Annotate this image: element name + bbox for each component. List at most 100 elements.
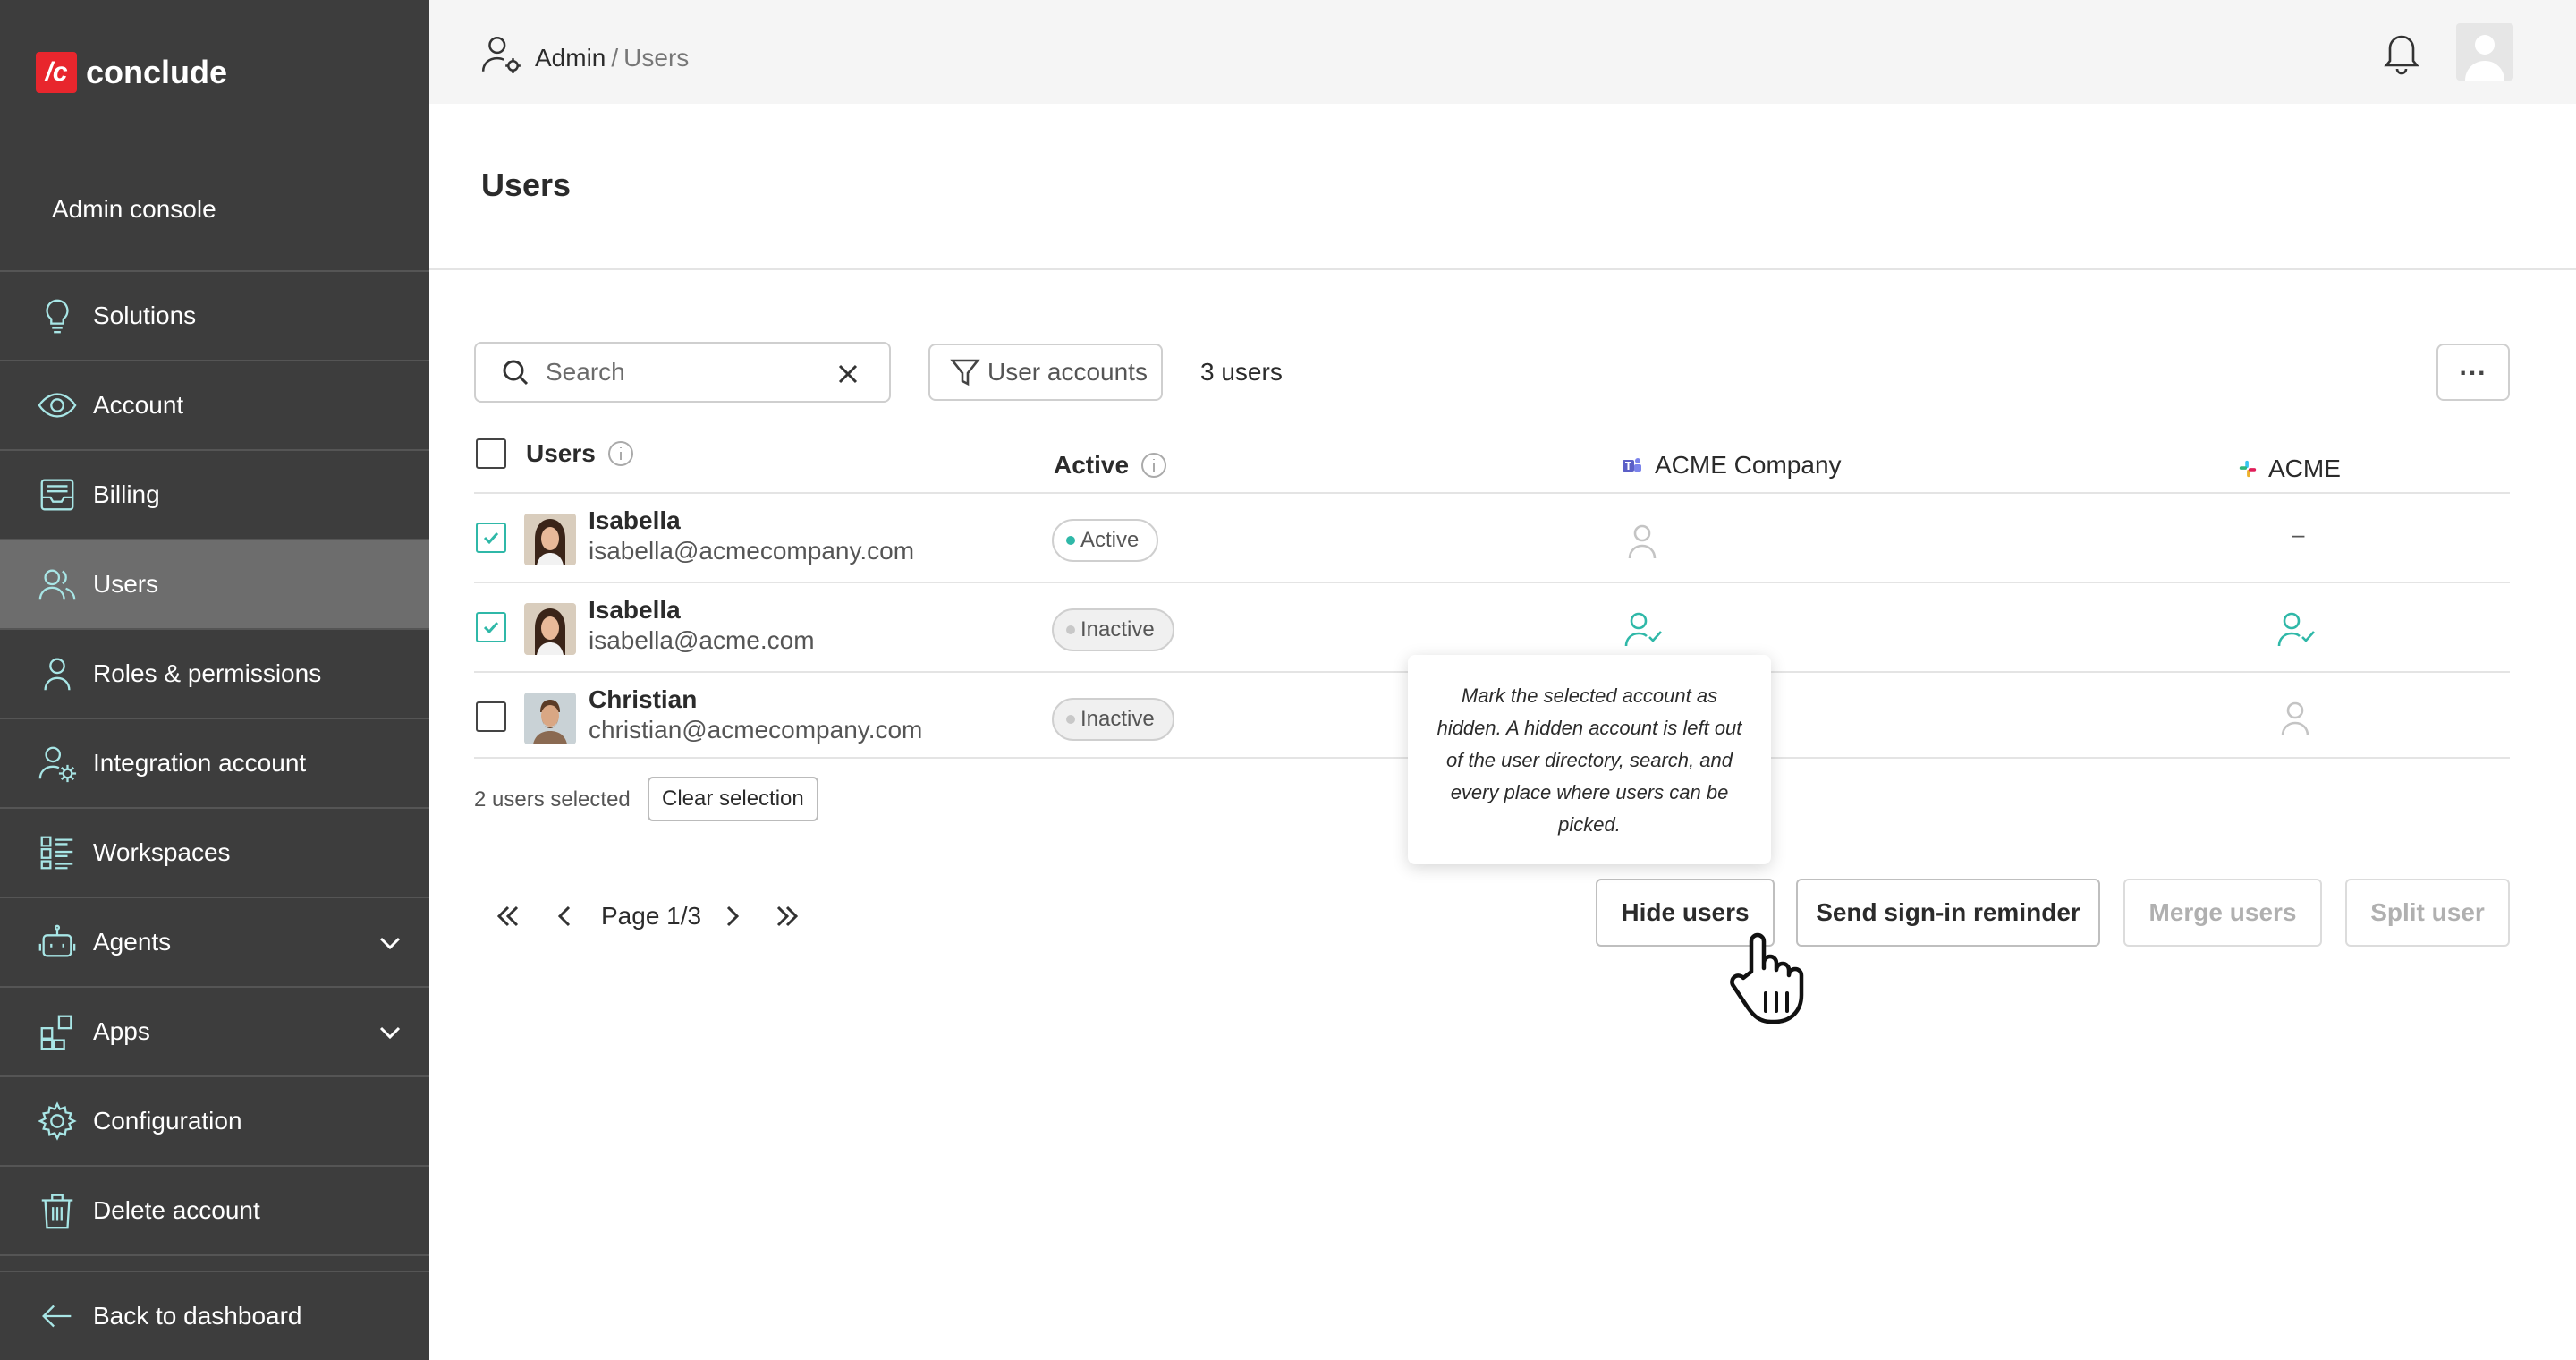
chevron-down-icon[interactable] <box>376 929 404 957</box>
page-indicator: Page 1/3 <box>601 902 702 930</box>
table-row[interactable]: Isabella isabella@acmecompany.com Active… <box>474 494 2510 583</box>
bell-icon[interactable] <box>2379 29 2424 75</box>
user-gear-icon <box>36 742 79 785</box>
chevron-down-icon[interactable] <box>376 1018 404 1047</box>
breadcrumb-users: Users <box>623 43 690 72</box>
sidebar-item-solutions[interactable]: Solutions <box>0 272 429 361</box>
filter-label: User accounts <box>987 358 1148 386</box>
avatar <box>524 603 576 655</box>
status-text: Inactive <box>1080 617 1155 642</box>
prev-page-icon[interactable] <box>547 898 583 934</box>
avatar <box>524 693 576 744</box>
avatar <box>524 514 576 565</box>
hide-users-tooltip: Mark the selected account as hidden. A h… <box>1408 655 1771 864</box>
teams-icon <box>1623 458 1641 472</box>
acme-company-column-header: ACME Company <box>1621 451 1842 480</box>
user-accounts-filter-button[interactable]: User accounts <box>928 344 1163 401</box>
sidebar-item-users[interactable]: Users <box>0 540 429 630</box>
sidebar-item-agents[interactable]: Agents <box>0 898 429 988</box>
status-text: Inactive <box>1080 707 1155 731</box>
person-icon <box>2274 696 2317 739</box>
search-box[interactable] <box>474 342 891 403</box>
person-icon <box>1621 519 1664 562</box>
slack-icon <box>2239 460 2257 478</box>
info-icon[interactable] <box>606 439 635 468</box>
sidebar-item-label: Solutions <box>93 302 197 329</box>
sidebar: /c conclude Admin console Solutions Acco… <box>0 0 429 1360</box>
sidebar-item-label: Delete account <box>93 1196 260 1224</box>
sidebar-item-label: Configuration <box>93 1107 242 1135</box>
gear-icon <box>36 1100 79 1143</box>
search-icon <box>503 360 529 386</box>
sidebar-item-label: Account <box>93 391 184 419</box>
breadcrumb-admin[interactable]: Admin <box>535 44 606 72</box>
breadcrumb: Admin / Users <box>479 32 689 83</box>
split-user-button[interactable]: Split user <box>2345 879 2510 947</box>
user-count: 3 users <box>1200 358 1283 386</box>
sidebar-item-label: Integration account <box>93 749 307 777</box>
row-checkbox[interactable] <box>476 701 506 732</box>
sidebar-nav: Solutions Account Billing Users Roles & … <box>0 270 429 1256</box>
sidebar-item-configuration[interactable]: Configuration <box>0 1077 429 1167</box>
logo-mark: /c <box>36 52 77 93</box>
search-input[interactable] <box>546 358 814 387</box>
acme-company-header-label: ACME Company <box>1655 451 1842 479</box>
clear-selection-button[interactable]: Clear selection <box>648 777 818 821</box>
status-badge: Active <box>1052 519 1159 562</box>
first-page-icon[interactable] <box>490 898 526 934</box>
trash-icon <box>36 1189 79 1232</box>
inbox-icon <box>36 473 79 516</box>
person-icon <box>36 652 79 695</box>
profile-avatar[interactable] <box>2456 23 2513 81</box>
empty-cell: – <box>2292 521 2305 548</box>
user-email: isabella@acme.com <box>589 626 815 654</box>
user-gear-icon <box>479 32 524 83</box>
status-dot <box>1066 625 1075 634</box>
list-icon <box>36 831 79 874</box>
more-options-button[interactable]: ... <box>2436 344 2510 401</box>
row-checkbox[interactable] <box>476 523 506 553</box>
filter-icon <box>950 359 980 387</box>
sidebar-item-integration[interactable]: Integration account <box>0 719 429 809</box>
acme-column-header: ACME <box>2238 455 2341 483</box>
breadcrumb-separator: / <box>611 43 619 72</box>
back-to-dashboard-link[interactable]: Back to dashboard <box>0 1271 429 1360</box>
logo[interactable]: /c conclude <box>36 52 227 93</box>
selection-count: 2 users selected <box>474 787 631 812</box>
send-sign-in-reminder-button[interactable]: Send sign-in reminder <box>1796 879 2100 947</box>
close-icon[interactable] <box>835 361 860 387</box>
status-badge: Inactive <box>1052 608 1174 651</box>
row-checkbox[interactable] <box>476 612 506 642</box>
robot-icon <box>36 921 79 964</box>
person-check-icon <box>1621 607 1664 650</box>
arrow-left-icon <box>36 1295 79 1338</box>
status-dot <box>1066 715 1075 724</box>
lightbulb-icon <box>36 294 79 337</box>
select-all-checkbox[interactable] <box>476 438 506 469</box>
sidebar-item-label: Billing <box>93 480 160 508</box>
next-page-icon[interactable] <box>714 898 750 934</box>
back-to-dashboard-label: Back to dashboard <box>93 1302 302 1330</box>
hand-cursor-icon <box>1719 931 1812 1029</box>
user-name: Christian <box>589 685 698 713</box>
apps-icon <box>36 1010 79 1053</box>
sidebar-item-label: Workspaces <box>93 838 231 866</box>
merge-users-button[interactable]: Merge users <box>2123 879 2322 947</box>
sidebar-item-delete-account[interactable]: Delete account <box>0 1167 429 1256</box>
sidebar-item-account[interactable]: Account <box>0 361 429 451</box>
info-icon[interactable] <box>1140 451 1168 480</box>
sidebar-item-label: Roles & permissions <box>93 659 322 687</box>
sidebar-item-roles[interactable]: Roles & permissions <box>0 630 429 719</box>
acme-header-label: ACME <box>2268 455 2341 482</box>
sidebar-item-apps[interactable]: Apps <box>0 988 429 1077</box>
active-column-header: Active <box>1054 451 1168 480</box>
last-page-icon[interactable] <box>769 898 805 934</box>
active-header-label: Active <box>1054 451 1130 479</box>
status-text: Active <box>1080 528 1140 552</box>
sidebar-item-workspaces[interactable]: Workspaces <box>0 809 429 898</box>
user-name: Isabella <box>589 596 681 624</box>
sidebar-item-billing[interactable]: Billing <box>0 451 429 540</box>
logo-text: conclude <box>86 54 228 90</box>
user-email: isabella@acmecompany.com <box>589 537 915 565</box>
users-header-label: Users <box>526 439 596 467</box>
